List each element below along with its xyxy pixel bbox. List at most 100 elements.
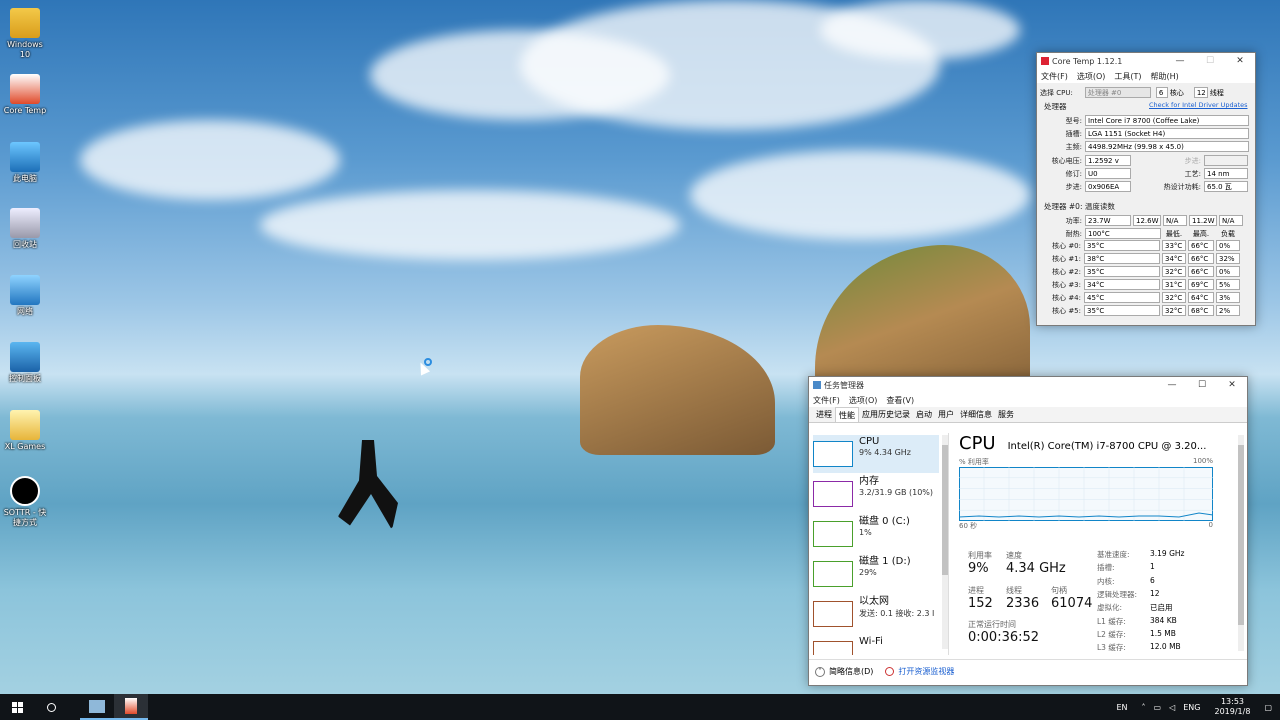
desktop-icon-network[interactable]: 网络 (2, 275, 48, 317)
taskmanager-app-icon (813, 381, 821, 389)
desktop-icon-coretemp[interactable]: Core Temp (2, 74, 48, 116)
handles-label: 句柄 (1051, 586, 1067, 595)
sidebar-item-sub: 发送: 0.1 接收: 2.3 I (859, 609, 935, 618)
start-button[interactable] (0, 694, 34, 720)
main-scrollbar[interactable] (1238, 435, 1244, 651)
socket-value: LGA 1151 (Socket H4) (1085, 128, 1249, 139)
tab-startup[interactable]: 启动 (913, 407, 935, 422)
vid-value: 1.2592 v (1085, 155, 1131, 166)
core-row: 核心 #4: 45°C 32°C 64°C 3% (1039, 292, 1240, 303)
tab-details[interactable]: 详细信息 (957, 407, 995, 422)
tab-performance[interactable]: 性能 (835, 407, 859, 422)
sidebar-item[interactable]: 以太网发送: 0.1 接收: 2.3 I (813, 595, 939, 633)
thermometer-icon (125, 698, 137, 714)
core-max: 68°C (1188, 305, 1214, 316)
minimize-button[interactable]: — (1157, 380, 1187, 390)
detail-value: 12 (1150, 588, 1160, 598)
desktop-icon-sottr[interactable]: SOTTR - 快捷方式 (2, 476, 48, 528)
sidebar-item[interactable]: 内存 3.2/31.9 GB (10%) (813, 475, 939, 513)
sidebar-item[interactable]: Wi-Fi (813, 635, 939, 655)
ime-indicator[interactable]: ENG (1183, 703, 1200, 712)
tab-users[interactable]: 用户 (935, 407, 957, 422)
close-button[interactable]: ✕ (1217, 380, 1247, 390)
search-button[interactable] (34, 694, 68, 720)
sidebar-scrollbar[interactable] (942, 435, 948, 649)
coretemp-titlebar[interactable]: Core Temp 1.12.1 — ☐ ✕ (1037, 53, 1255, 69)
folder-icon (10, 410, 40, 440)
minimize-button[interactable]: — (1165, 56, 1195, 66)
core-row: 核心 #5: 35°C 32°C 68°C 2% (1039, 305, 1240, 316)
vid-label: 核心电压: (1051, 156, 1082, 165)
driver-updates-link[interactable]: Check for Intel Driver Updates (1149, 101, 1248, 109)
maximize-button[interactable]: ☐ (1195, 56, 1225, 66)
detail-key: 基准速度: (1097, 550, 1130, 559)
sidebar-item-sub: 9% 4.34 GHz (859, 448, 912, 457)
processes-label: 进程 (968, 586, 984, 595)
clock-time: 13:53 (1220, 697, 1244, 706)
detail-value: 1.5 MB (1150, 628, 1176, 638)
sidebar-item-label: Wi-Fi (859, 636, 883, 647)
core-load: 0% (1216, 240, 1240, 251)
desktop-icon-this-pc[interactable]: 此电脑 (2, 142, 48, 184)
power-value: 23.7W (1085, 215, 1131, 226)
tjmax-value: 100°C (1085, 228, 1161, 239)
core-row: 核心 #0: 35°C 33°C 66°C 0% (1039, 240, 1240, 251)
desktop-icon-control-panel[interactable]: 控制面板 (2, 342, 48, 384)
core-max: 66°C (1188, 253, 1214, 264)
core-max: 69°C (1188, 279, 1214, 290)
sidebar-item[interactable]: 磁盘 0 (C:) 1% (813, 515, 939, 553)
desktop-icon-xl-games[interactable]: XL Games (2, 410, 48, 452)
sidebar-item-label: 磁盘 0 (C:) (859, 516, 910, 527)
menu-options[interactable]: 选项(O) (1077, 71, 1106, 82)
cpu-select[interactable]: 处理器 #0 (1084, 87, 1151, 98)
revision-label: 修订: (1065, 169, 1082, 178)
notification-icon[interactable]: ▢ (1264, 703, 1272, 712)
maximize-button[interactable]: ☐ (1187, 380, 1217, 390)
menu-file[interactable]: 文件(F) (813, 395, 840, 406)
tab-app-history[interactable]: 应用历史记录 (859, 407, 913, 422)
windows-logo-icon (11, 701, 23, 713)
volume-icon[interactable]: ◁ (1169, 703, 1175, 712)
menu-help[interactable]: 帮助(H) (1151, 71, 1179, 82)
sidebar-thumbnail (813, 481, 853, 507)
desktop-icon-windows10[interactable]: Windows 10 (2, 8, 48, 60)
uptime-label: 正常运行时间 (968, 620, 1016, 629)
tab-processes[interactable]: 进程 (813, 407, 835, 422)
close-button[interactable]: ✕ (1225, 56, 1255, 66)
taskbar-taskmanager[interactable] (80, 694, 114, 720)
core-load: 32% (1216, 253, 1240, 264)
network-icon[interactable]: ▭ (1154, 703, 1162, 712)
computer-icon (10, 142, 40, 172)
clock[interactable]: 13:53 2019/1/8 (1215, 697, 1251, 717)
sidebar-item[interactable]: 磁盘 1 (D:) 29% (813, 555, 939, 593)
language-indicator[interactable]: EN (1116, 703, 1127, 712)
detail-key: L1 缓存: (1097, 616, 1126, 626)
chevron-up-icon[interactable]: ˄ (1142, 703, 1146, 712)
taskmanager-titlebar[interactable]: 任务管理器 — ☐ ✕ (809, 377, 1247, 393)
temperature-group-label: 处理器 #0: 温度读数 (1044, 202, 1115, 211)
detail-value: 6 (1150, 575, 1155, 585)
core-load: 2% (1216, 305, 1240, 316)
menu-tools[interactable]: 工具(T) (1114, 71, 1141, 82)
graph-label-max: 100% (1192, 457, 1213, 465)
detail-value: 384 KB (1150, 615, 1177, 625)
socket-label: 插槽: (1065, 129, 1082, 138)
core-max: 66°C (1188, 240, 1214, 251)
fewer-details-button[interactable]: 简略信息(D) (829, 666, 873, 677)
chevron-up-icon[interactable]: ˄ (815, 666, 825, 677)
taskbar-coretemp[interactable] (114, 694, 148, 720)
menu-view[interactable]: 查看(V) (886, 395, 914, 406)
model-label: 型号: (1065, 116, 1082, 125)
game-shortcut-icon (10, 476, 40, 506)
menu-file[interactable]: 文件(F) (1041, 71, 1068, 82)
core-load: 0% (1216, 266, 1240, 277)
core-min: 32°C (1162, 266, 1186, 277)
tab-services[interactable]: 服务 (995, 407, 1017, 422)
desktop-icon-recycle-bin[interactable]: 回收站 (2, 208, 48, 250)
recycle-bin-icon (10, 208, 40, 238)
open-resource-monitor-link[interactable]: 打开资源监视器 (898, 666, 954, 677)
sidebar-item[interactable]: CPU 9% 4.34 GHz (813, 435, 939, 473)
menu-options[interactable]: 选项(O) (849, 395, 878, 406)
sidebar-item-label: 以太网 (859, 596, 889, 607)
detail-value: 12.0 MB (1150, 642, 1181, 652)
